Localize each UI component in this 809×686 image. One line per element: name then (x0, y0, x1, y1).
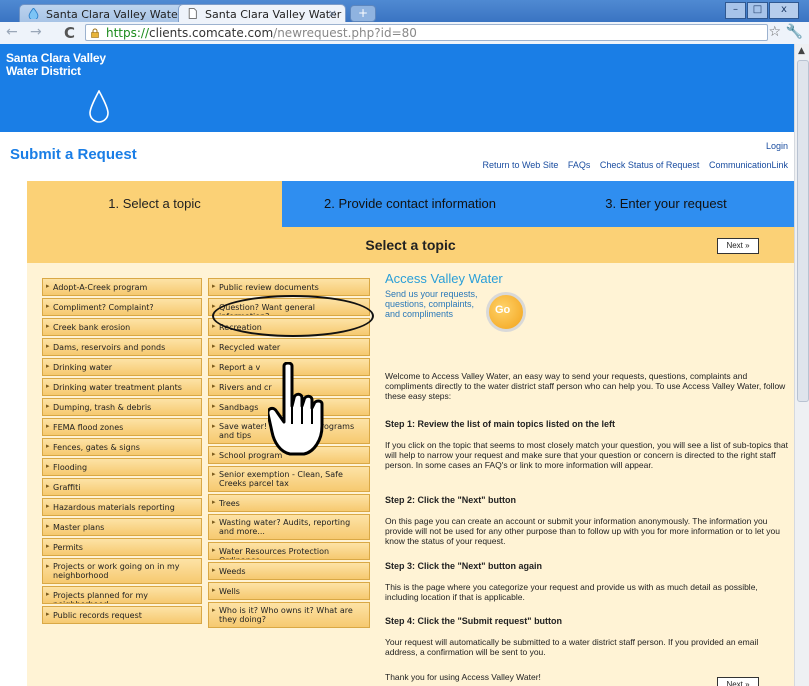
step-tabs: 1. Select a topic 2. Provide contact inf… (27, 181, 794, 227)
topic-button[interactable]: Adopt-A-Creek program (42, 278, 202, 296)
forward-icon[interactable]: → (30, 24, 42, 40)
topic-button[interactable]: Fences, gates & signs (42, 438, 202, 456)
next-button-top[interactable]: Next » (717, 238, 759, 254)
close-icon[interactable]: × (328, 7, 337, 20)
topic-button[interactable]: Drinking water treatment plants (42, 378, 202, 396)
step-paragraph: This is the page where you categorize yo… (385, 582, 758, 602)
tab-title: Santa Clara Valley Water D... (205, 8, 345, 21)
topic-button[interactable]: Graffiti (42, 478, 202, 496)
close-window-icon[interactable]: x (769, 2, 799, 19)
topic-button[interactable]: Trees (208, 494, 370, 512)
topic-button[interactable]: Water Resources Protection Ordinance (208, 542, 370, 560)
address-bar[interactable]: https://clients.comcate.com/newrequest.p… (85, 24, 768, 41)
check-status-link[interactable]: Check Status of Request (600, 160, 700, 170)
step-paragraph: If you click on the topic that seems to … (385, 440, 788, 470)
browser-toolbar: ← → C https://clients.comcate.com/newreq… (0, 22, 809, 45)
back-icon[interactable]: ← (6, 24, 18, 40)
vertical-scrollbar[interactable]: ▲ (794, 44, 809, 686)
scrollbar-thumb[interactable] (797, 60, 809, 402)
communicationlink-link[interactable]: CommunicationLink (709, 160, 788, 170)
browser-titlebar: Santa Clara Valley Water D... × Santa Cl… (0, 0, 809, 22)
maximize-icon[interactable]: □ (747, 2, 768, 19)
topic-panel: Select a topic Next » Adopt-A-Creek prog… (27, 227, 794, 686)
section-title: Select a topic (27, 227, 794, 263)
topic-button[interactable]: Master plans (42, 518, 202, 536)
lock-icon (91, 28, 99, 38)
return-to-web-site-link[interactable]: Return to Web Site (482, 160, 558, 170)
step-paragraph: On this page you can create an account o… (385, 516, 780, 546)
step-paragraph: Your request will automatically be submi… (385, 637, 759, 657)
topic-button[interactable]: Wells (208, 582, 370, 600)
water-drop-icon (28, 8, 39, 19)
minimize-icon[interactable]: – (725, 2, 746, 19)
site-logo[interactable]: Santa Clara Valley Water District (6, 52, 106, 78)
topic-button[interactable]: Senior exemption - Clean, Safe Creeks pa… (208, 466, 370, 492)
browser-tab-1[interactable]: Santa Clara Valley Water D... × (19, 4, 195, 22)
next-button-bottom[interactable]: Next » (717, 677, 759, 686)
topic-button[interactable]: Dumping, trash & debris (42, 398, 202, 416)
url-scheme: https:// (106, 26, 150, 40)
page-viewport: Santa Clara Valley Water District Submit… (0, 44, 794, 686)
site-banner: Santa Clara Valley Water District (0, 44, 794, 132)
promo-subtitle: Send us your requests, questions, compla… (385, 289, 503, 319)
pointing-hand-cursor-icon (268, 362, 324, 456)
new-tab-button[interactable]: + (350, 5, 376, 22)
promo-line: questions, complaints, (385, 299, 475, 309)
topic-button[interactable]: Permits (42, 538, 202, 556)
faqs-link[interactable]: FAQs (568, 160, 591, 170)
step-3-tab[interactable]: 3. Enter your request (538, 181, 794, 227)
window-controls: – □ x (725, 2, 799, 19)
topic-button[interactable]: Who is it? Who owns it? What are they do… (208, 602, 370, 628)
topic-button[interactable]: Weeds (208, 562, 370, 580)
scroll-up-icon[interactable]: ▲ (798, 46, 805, 56)
topic-button[interactable]: Hazardous materials reporting (42, 498, 202, 516)
go-badge-icon[interactable]: Go (486, 292, 526, 332)
step-heading: Step 3: Click the "Next" button again (385, 561, 543, 571)
go-label: Go (495, 304, 511, 316)
promo-title: Access Valley Water (385, 271, 503, 286)
browser-tab-2[interactable]: Santa Clara Valley Water D... × (178, 4, 346, 22)
url-path: /newrequest.php?id=80 (273, 26, 417, 40)
top-links: Return to Web Site FAQs Check Status of … (475, 160, 788, 170)
topic-button[interactable]: Compliment? Complaint? (42, 298, 202, 316)
intro-paragraph: Welcome to Access Valley Water, an easy … (385, 371, 786, 401)
highlight-ellipse (212, 295, 374, 337)
step-heading: Step 2: Click the "Next" button (385, 495, 517, 505)
topic-button[interactable]: Projects or work going on in my neighbor… (42, 558, 202, 584)
url-host: clients.comcate.com (149, 26, 274, 40)
topic-button[interactable]: Dams, reservoirs and ponds (42, 338, 202, 356)
topic-button[interactable]: Projects planned for my neighborhood (42, 586, 202, 604)
step-heading: Step 1: Review the list of main topics l… (385, 419, 616, 429)
page-title: Submit a Request (10, 146, 137, 163)
topic-button[interactable]: Public review documents (208, 278, 370, 296)
topic-button[interactable]: Wasting water? Audits, reporting and mor… (208, 514, 370, 540)
topic-button[interactable]: FEMA flood zones (42, 418, 202, 436)
wrench-icon[interactable]: 🔧 (786, 24, 803, 40)
topic-button[interactable]: Flooding (42, 458, 202, 476)
topic-button[interactable]: Recycled water (208, 338, 370, 356)
step-1-tab[interactable]: 1. Select a topic (27, 181, 282, 227)
topic-button[interactable]: Public records request (42, 606, 202, 624)
reload-icon[interactable]: C (64, 24, 75, 42)
tab-title: Santa Clara Valley Water D... (46, 8, 195, 21)
logo-line-2: Water District (6, 64, 81, 78)
step-2-tab[interactable]: 2. Provide contact information (282, 181, 538, 227)
login-link[interactable]: Login (766, 141, 788, 151)
star-icon[interactable]: ☆ (768, 24, 781, 40)
page-icon (188, 8, 197, 19)
topic-button[interactable]: Drinking water (42, 358, 202, 376)
water-drop-icon (89, 90, 109, 123)
topic-button[interactable]: Creek bank erosion (42, 318, 202, 336)
step-heading: Step 4: Click the "Submit request" butto… (385, 616, 563, 626)
promo-line: Send us your requests, (385, 289, 478, 299)
